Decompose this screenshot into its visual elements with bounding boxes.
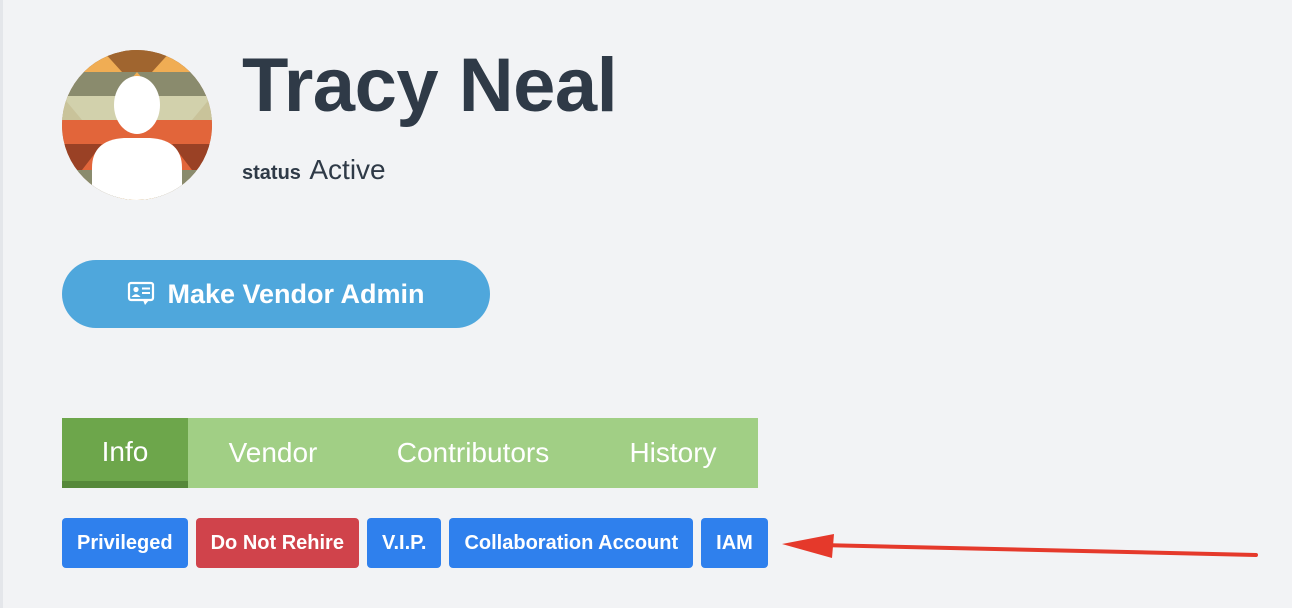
id-card-chat-icon: [127, 281, 155, 307]
status-line: status Active: [242, 150, 386, 195]
annotation-arrow: [782, 534, 1258, 558]
tab-contributors[interactable]: Contributors: [358, 418, 588, 488]
status-value: Active: [309, 154, 386, 185]
avatar: [62, 50, 212, 200]
page-left-border: [0, 0, 3, 608]
badge-do-not-rehire[interactable]: Do Not Rehire: [195, 518, 359, 568]
avatar-user-icon: [62, 50, 212, 200]
make-vendor-admin-label: Make Vendor Admin: [167, 278, 425, 309]
badge-collaboration-account[interactable]: Collaboration Account: [449, 518, 694, 568]
badge-privileged[interactable]: Privileged: [62, 518, 188, 568]
tab-history[interactable]: History: [588, 418, 758, 488]
make-vendor-admin-button[interactable]: Make Vendor Admin: [62, 260, 490, 328]
badge-vip[interactable]: V.I.P.: [366, 518, 442, 568]
tab-bar: Info Vendor Contributors History: [62, 418, 758, 488]
tab-vendor[interactable]: Vendor: [188, 418, 358, 488]
tag-badges: Privileged Do Not Rehire V.I.P. Collabor…: [62, 518, 768, 568]
tab-info[interactable]: Info: [62, 418, 188, 488]
status-label: status: [242, 162, 301, 184]
page-title: Tracy Neal: [242, 43, 618, 128]
badge-iam[interactable]: IAM: [701, 518, 768, 568]
